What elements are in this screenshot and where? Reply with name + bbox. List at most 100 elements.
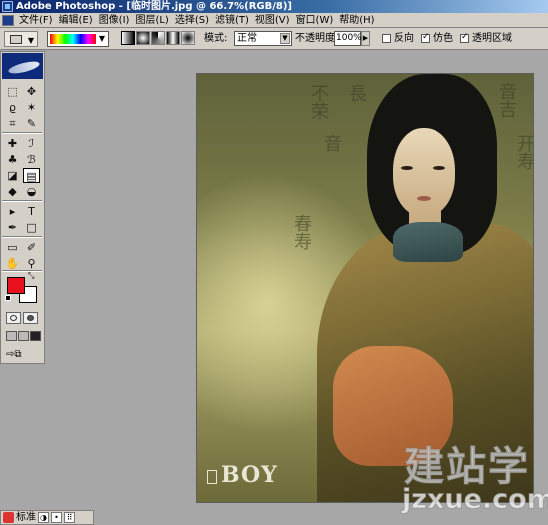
boy-logo-mark <box>207 470 217 484</box>
calligraphy-text: 开寿 <box>514 134 534 170</box>
foreground-color-swatch[interactable] <box>7 277 25 294</box>
magic-wand-tool-icon[interactable]: ✶ <box>23 100 40 115</box>
site-watermark: 建站学 jzxue.com <box>400 440 548 525</box>
mode-label: 模式: <box>204 33 228 44</box>
transparency-checkbox[interactable]: ✓ 透明区域 <box>460 31 512 47</box>
eraser-tool-icon[interactable]: ◪ <box>4 168 21 183</box>
toolbox-divider <box>2 236 42 238</box>
healing-brush-tool-icon[interactable]: ✚ <box>4 136 21 151</box>
menu-window[interactable]: 窗口(W) <box>293 13 337 28</box>
angle-gradient-icon[interactable] <box>151 31 165 45</box>
imageready-icon: ⇨⧉ <box>6 349 22 360</box>
linear-gradient-icon[interactable] <box>121 31 135 45</box>
slice-tool-icon[interactable]: ✎ <box>23 116 40 131</box>
gradient-tool-icon[interactable]: ▤ <box>23 168 40 183</box>
photo-face <box>393 128 455 216</box>
reflected-gradient-icon[interactable] <box>166 31 180 45</box>
notes-tool-icon[interactable]: ▭ <box>4 240 21 255</box>
lasso-tool-icon[interactable]: ϱ <box>4 100 21 115</box>
chevron-down-icon: ▼ <box>98 34 105 43</box>
clone-stamp-tool-icon[interactable]: ♣ <box>4 152 21 167</box>
window-title: Adobe Photoshop - [临时图片.jpg @ 66.7%(RGB/… <box>16 1 292 12</box>
diamond-gradient-icon[interactable] <box>181 31 195 45</box>
marquee-tool-icon[interactable]: ⬚ <box>4 84 21 99</box>
reverse-checkbox-box[interactable] <box>382 33 391 43</box>
gradient-picker[interactable]: ▼ <box>47 31 109 47</box>
photo-lips <box>417 196 431 201</box>
calligraphy-text: 長 <box>346 84 367 102</box>
soft-keyboard-icon[interactable]: ⠿ <box>64 511 75 523</box>
default-colors-icon[interactable] <box>5 295 11 301</box>
toolbox-divider <box>2 132 42 134</box>
standard-screen-mode-icon[interactable] <box>6 331 17 341</box>
shape-tool-icon[interactable]: □ <box>23 220 40 235</box>
half-width-icon[interactable]: ◑ <box>38 511 49 523</box>
crop-tool-icon[interactable]: ⌗ <box>4 116 21 131</box>
photo-eye <box>433 166 445 170</box>
ime-status-bar: 标准 ◑ • ⠿ <box>0 510 94 525</box>
boy-logo: BOY <box>221 462 278 488</box>
brush-tool-icon[interactable]: ℐ <box>23 136 40 151</box>
calligraphy-text: 春寿 <box>291 214 312 250</box>
chevron-down-icon: ▼ <box>27 36 34 45</box>
options-bar: ▼ ▼ 模式: 正常 ▼ 不透明度: 100% ▶ 反向 ✓ 仿色 ✓ 透明区域 <box>0 28 548 50</box>
zoom-tool-icon[interactable]: ⚲ <box>23 256 40 271</box>
transparency-label: 透明区域 <box>472 33 512 44</box>
transparency-checkbox-box[interactable]: ✓ <box>460 32 469 43</box>
menu-edit[interactable]: 编辑(E) <box>56 13 96 28</box>
menu-view[interactable]: 视图(V) <box>252 13 293 28</box>
checkmark-icon: ✓ <box>422 31 430 42</box>
ime-logo-icon[interactable] <box>3 511 14 523</box>
menu-file[interactable]: 文件(F) <box>16 13 56 28</box>
swap-colors-icon[interactable]: ⤡ <box>28 271 34 281</box>
ime-mode-label[interactable]: 标准 <box>16 512 36 523</box>
hand-tool-icon[interactable]: ✋ <box>4 256 21 271</box>
dither-label: 仿色 <box>433 33 453 44</box>
reverse-checkbox[interactable]: 反向 <box>382 31 414 47</box>
dodge-tool-icon[interactable]: ◒ <box>23 184 40 199</box>
screen-mode-group <box>6 331 42 344</box>
radial-gradient-icon[interactable] <box>136 31 150 45</box>
blur-tool-icon[interactable]: ◆ <box>4 184 21 199</box>
menu-layer[interactable]: 图层(L) <box>132 13 171 28</box>
dither-checkbox[interactable]: ✓ 仿色 <box>421 31 453 47</box>
pen-tool-icon[interactable]: ✒ <box>4 220 21 235</box>
edit-mode-group <box>6 312 40 327</box>
opacity-input[interactable]: 100% <box>334 31 362 46</box>
opacity-slider-arrow-icon[interactable]: ▶ <box>361 31 370 46</box>
standard-mode-icon <box>10 315 17 321</box>
history-brush-tool-icon[interactable]: ℬ <box>23 152 40 167</box>
path-selection-tool-icon[interactable]: ▸ <box>4 204 21 219</box>
type-tool-icon[interactable]: T <box>23 204 40 219</box>
photoshop-feather-logo[interactable] <box>2 53 43 79</box>
chevron-down-icon: ▼ <box>280 33 290 44</box>
document-icon[interactable] <box>2 14 14 26</box>
gradient-preview <box>50 34 96 44</box>
calligraphy-text: 音吉 <box>496 82 517 118</box>
standard-mode-button[interactable] <box>6 312 21 324</box>
move-tool-icon[interactable]: ✥ <box>23 84 40 99</box>
reverse-label: 反向 <box>394 33 414 44</box>
calligraphy-text: 不荣 <box>308 84 329 120</box>
eyedropper-tool-icon[interactable]: ✐ <box>23 240 40 255</box>
calligraphy-text: 音 <box>321 134 342 152</box>
menu-help[interactable]: 帮助(H) <box>336 13 377 28</box>
punctuation-icon[interactable]: • <box>51 511 62 523</box>
window-titlebar: Adobe Photoshop - [临时图片.jpg @ 66.7%(RGB/… <box>0 0 548 13</box>
full-screen-menu-mode-icon[interactable] <box>18 331 29 341</box>
jump-to-imageready-button[interactable]: ⇨⧉ <box>6 349 40 362</box>
photo-eye <box>401 166 413 170</box>
menu-select[interactable]: 选择(S) <box>172 13 212 28</box>
opacity-label: 不透明度: <box>295 33 339 44</box>
tool-preset-picker[interactable]: ▼ <box>4 31 38 47</box>
mode-select[interactable]: 正常 ▼ <box>234 31 292 46</box>
dither-checkbox-box[interactable]: ✓ <box>421 31 430 43</box>
toolbox-divider <box>2 200 42 202</box>
quick-mask-icon <box>27 315 34 321</box>
menu-image[interactable]: 图像(I) <box>96 13 133 28</box>
quick-mask-mode-button[interactable] <box>23 312 38 324</box>
menu-filter[interactable]: 滤镜(T) <box>212 13 252 28</box>
full-screen-mode-icon[interactable] <box>30 331 41 341</box>
mode-value: 正常 <box>237 33 257 44</box>
gradient-type-group <box>121 31 196 47</box>
